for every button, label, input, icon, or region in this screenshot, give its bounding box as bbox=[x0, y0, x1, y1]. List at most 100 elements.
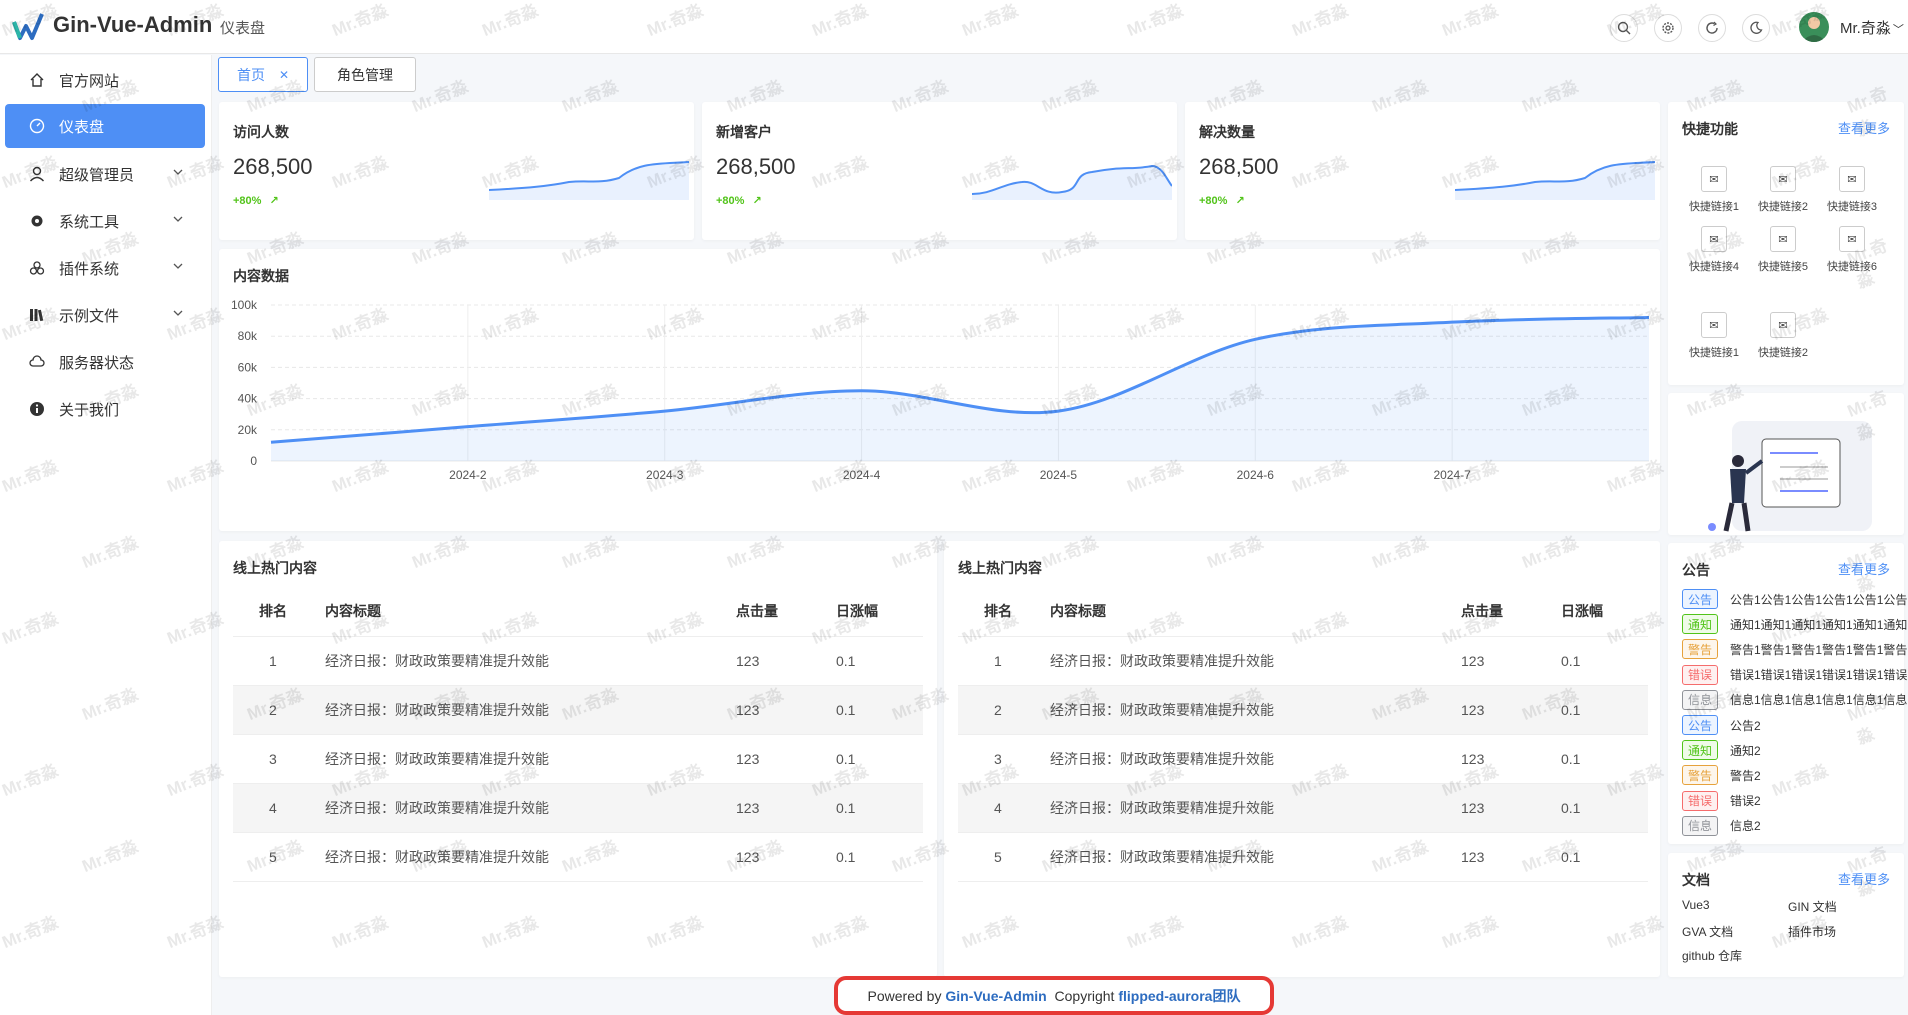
library-icon bbox=[30, 309, 44, 322]
y-tick-label: 20k bbox=[238, 423, 258, 437]
quick-link[interactable]: ✉ 快捷链接4 bbox=[1682, 226, 1746, 274]
notice-tag: 通知 bbox=[1682, 614, 1718, 635]
settings-button[interactable] bbox=[1654, 14, 1682, 42]
column-header-clicks: 点击量 bbox=[736, 586, 836, 637]
table-row: 1 经济日报：财政政策要精准提升效能 123 0.1 bbox=[958, 636, 1648, 686]
notice-item[interactable]: 通知 通知2 bbox=[1682, 739, 1908, 761]
notice-item[interactable]: 错误 错误2 bbox=[1682, 790, 1908, 812]
arrow-up-right-icon: ↗ bbox=[269, 195, 279, 207]
theme-toggle-button[interactable] bbox=[1742, 14, 1770, 42]
quick-link[interactable]: ✉ 快捷链接2 bbox=[1751, 166, 1815, 214]
footer-prefix: Powered by bbox=[867, 987, 942, 1004]
sidebar-item-super-admin[interactable]: 超级管理员 bbox=[5, 152, 205, 196]
avatar[interactable] bbox=[1799, 12, 1829, 42]
notice-item[interactable]: 警告 警告2 bbox=[1682, 764, 1908, 786]
quick-functions-card: 快捷功能 查看更多 ✉ 快捷链接1 ✉ 快捷链接2 ✉ 快捷链接3 ✉ 快捷链接4 ✉ 快… bbox=[1668, 102, 1904, 385]
doc-link[interactable]: 插件市场 bbox=[1788, 923, 1836, 940]
stat-value: 268,500 bbox=[716, 154, 796, 179]
notice-text: 信息2 bbox=[1730, 819, 1761, 834]
notice-item[interactable]: 公告公告1公告1公告1公告1公告1公告1公告1 bbox=[1682, 588, 1908, 610]
column-header-growth: 日涨幅 bbox=[836, 586, 923, 637]
sidebar-item-label: 超级管理员 bbox=[59, 166, 135, 184]
sidebar-item-about-us[interactable]: 关于我们 bbox=[5, 387, 205, 431]
notice-item[interactable]: 错误错误1错误1错误1错误1错误1错误1错误1 bbox=[1682, 664, 1908, 686]
quick-link[interactable]: ✉ 快捷链接1 bbox=[1682, 312, 1746, 360]
table-header-row: 排名 内容标题 点击量 日涨幅 bbox=[233, 586, 923, 637]
app-title: Gin-Vue-Admin bbox=[53, 12, 213, 37]
quick-link[interactable]: ✉ 快捷链接3 bbox=[1820, 166, 1884, 214]
team-link[interactable]: flipped-aurora团队 bbox=[1118, 986, 1240, 1006]
hot-content-table: 排名 内容标题 点击量 日涨幅 1 经济日报：财政政策要精准提升效能 123 0.1 … bbox=[233, 586, 923, 882]
sidebar-item-example-files[interactable]: 示例文件 bbox=[5, 293, 205, 337]
stat-value: 268,500 bbox=[1199, 154, 1279, 179]
doc-link[interactable]: Vue3 bbox=[1682, 898, 1710, 912]
notice-tag: 信息 bbox=[1682, 689, 1718, 710]
notice-tag: 信息 bbox=[1682, 815, 1718, 836]
stat-trend: +80% ↗ bbox=[1199, 195, 1245, 207]
tab-role-management[interactable]: 角色管理 bbox=[314, 57, 416, 92]
sparkline bbox=[972, 164, 1172, 200]
quick-link[interactable]: ✉ 快捷链接1 bbox=[1682, 166, 1746, 214]
notice-item[interactable]: 信息信息1信息1信息1信息1信息1信息1信息1 bbox=[1682, 689, 1908, 711]
close-icon[interactable]: ✕ bbox=[279, 68, 289, 82]
quick-more-link[interactable]: 查看更多 bbox=[1838, 118, 1890, 137]
user-name-dropdown[interactable]: Mr.奇淼 ﹀ bbox=[1840, 17, 1904, 38]
dashboard-icon bbox=[29, 118, 45, 134]
sidebar-item-system-tools[interactable]: 系统工具 bbox=[5, 199, 205, 243]
quick-link[interactable]: ✉ 快捷链接6 bbox=[1820, 226, 1884, 274]
docs-more-link[interactable]: 查看更多 bbox=[1838, 869, 1890, 888]
sidebar-item-dashboard[interactable]: 仪表盘 bbox=[5, 104, 205, 148]
notice-item[interactable]: 警告警告1警告1警告1警告1警告1警告1警告1 bbox=[1682, 638, 1908, 660]
stat-trend: +80% ↗ bbox=[233, 195, 279, 207]
content-area-chart: 0 20k 40k 60k 80k 100k 2024-2 2024-3 2024-4 2024-… bbox=[231, 298, 1650, 482]
sidebar-item-label: 仪表盘 bbox=[59, 118, 105, 136]
mail-icon: ✉ bbox=[1770, 226, 1796, 252]
table-row: 4 经济日报：财政政策要精准提升效能 123 0.1 bbox=[958, 783, 1648, 833]
hot-content-card-left: 线上热门内容 排名 内容标题 点击量 日涨幅 1 经济日报：财政政策要精准提升效能… bbox=[219, 541, 937, 977]
quick-title: 快捷功能 bbox=[1682, 121, 1738, 137]
column-header-rank: 排名 bbox=[233, 586, 325, 637]
notice-item[interactable]: 通知通知1通知1通知1通知1通知1通知1通知1 bbox=[1682, 613, 1908, 635]
notice-tag: 错误 bbox=[1682, 790, 1718, 811]
y-tick-label: 40k bbox=[238, 392, 258, 406]
tab-home[interactable]: 首页 ✕ bbox=[218, 57, 308, 92]
doc-link[interactable]: GVA 文档 bbox=[1682, 923, 1733, 940]
notice-item[interactable]: 信息 信息2 bbox=[1682, 815, 1908, 837]
sidebar: 官方网站 仪表盘 超级管理员 系统工具 插件系统 示例文件 服务器状态 关于我们… bbox=[0, 55, 212, 1015]
cloud-icon bbox=[29, 355, 45, 367]
chevron-down-icon: ﹀ bbox=[1892, 24, 1904, 36]
table-title: 线上热门内容 bbox=[958, 560, 1042, 576]
table-row: 1 经济日报：财政政策要精准提升效能 123 0.1 bbox=[233, 636, 923, 686]
refresh-button[interactable] bbox=[1698, 14, 1726, 42]
sidebar-item-label: 插件系统 bbox=[59, 260, 120, 278]
quick-link[interactable]: ✉ 快捷链接2 bbox=[1751, 312, 1815, 360]
mail-icon: ✉ bbox=[1701, 166, 1727, 192]
doc-link[interactable]: GIN 文档 bbox=[1788, 898, 1837, 915]
sparkline bbox=[489, 161, 689, 200]
notice-text: 公告1公告1公告1公告1公告1公告1公告1 bbox=[1730, 592, 1908, 607]
notice-text: 错误2 bbox=[1730, 794, 1761, 809]
doc-link[interactable]: github 仓库 bbox=[1682, 947, 1742, 964]
column-header-rank: 排名 bbox=[958, 586, 1050, 637]
stat-trend: +80% ↗ bbox=[716, 195, 762, 207]
notice-text: 通知2 bbox=[1730, 743, 1761, 758]
notices-more-link[interactable]: 查看更多 bbox=[1838, 559, 1890, 578]
x-tick-label: 2024-4 bbox=[843, 468, 881, 482]
table-header-row: 排名 内容标题 点击量 日涨幅 bbox=[958, 586, 1648, 637]
notice-item[interactable]: 公告 公告2 bbox=[1682, 714, 1908, 736]
column-header-clicks: 点击量 bbox=[1461, 586, 1561, 637]
sidebar-item-plugin-system[interactable]: 插件系统 bbox=[5, 246, 205, 290]
search-button[interactable] bbox=[1610, 14, 1638, 42]
docs-card: 文档 查看更多 Vue3 GIN 文档 GVA 文档 插件市场 github 仓… bbox=[1668, 853, 1904, 977]
mail-icon: ✉ bbox=[1701, 226, 1727, 252]
project-link[interactable]: Gin-Vue-Admin bbox=[945, 988, 1046, 1004]
quick-link[interactable]: ✉ 快捷链接5 bbox=[1751, 226, 1815, 274]
sidebar-item-server-status[interactable]: 服务器状态 bbox=[5, 340, 205, 384]
column-header-title: 内容标题 bbox=[1050, 586, 1461, 637]
notice-text: 通知1通知1通知1通知1通知1通知1通知1 bbox=[1730, 617, 1908, 632]
x-tick-label: 2024-2 bbox=[449, 468, 487, 482]
notice-tag: 警告 bbox=[1682, 765, 1718, 786]
x-tick-label: 2024-7 bbox=[1433, 468, 1471, 482]
notices-title: 公告 bbox=[1682, 562, 1710, 578]
sidebar-item-official-site[interactable]: 官方网站 bbox=[5, 58, 205, 102]
